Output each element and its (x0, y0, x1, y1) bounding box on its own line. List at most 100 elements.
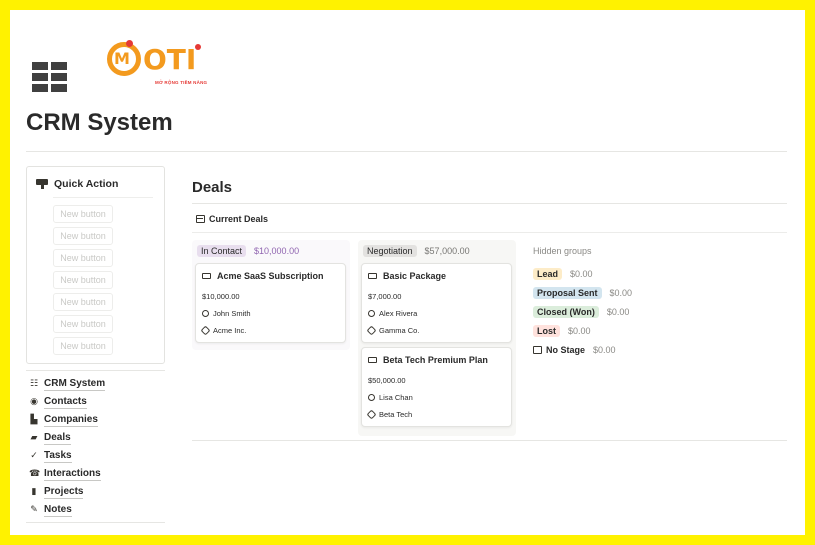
megaphone-icon (36, 179, 48, 189)
company-icon (200, 325, 211, 336)
inbox-icon (533, 345, 542, 354)
notes-icon: ✎ (30, 505, 38, 515)
quick-action-panel: Quick Action New button New button New b… (26, 166, 165, 364)
deals-icon: ▰ (30, 433, 38, 443)
deals-divider (192, 203, 787, 204)
hidden-group-proposal-sent[interactable]: Proposal Sent $0.00 (533, 283, 632, 302)
hidden-group-lead[interactable]: Lead $0.00 (533, 264, 632, 283)
deal-card-title: Acme SaaS Subscription (202, 271, 324, 281)
nav-item-contacts[interactable]: ◉ Contacts (29, 393, 105, 411)
deals-heading: Deals (192, 179, 233, 196)
app-frame: M OTI MỞ RỘNG TIỀM NĂNG CRM System Quick… (10, 10, 805, 535)
new-button[interactable]: New button (53, 293, 113, 311)
moti-logo: M OTI MỞ RỘNG TIỀM NĂNG (107, 40, 217, 90)
new-button[interactable]: New button (53, 315, 113, 333)
group-amount: $0.00 (570, 268, 593, 279)
logo-dot (126, 40, 133, 47)
new-button[interactable]: New button (53, 227, 113, 245)
deal-title: Beta Tech Premium Plan (383, 355, 488, 365)
nav-item-deals[interactable]: ▰ Deals (29, 429, 105, 447)
nav-item-label: Tasks (44, 449, 72, 463)
nav-item-crm-system[interactable]: ☷ CRM System (29, 375, 106, 393)
check-icon: ✓ (30, 451, 38, 461)
view-tab-current-deals[interactable]: Current Deals (196, 214, 268, 224)
board-view-icon (196, 215, 205, 223)
deal-contact: Alex Rivera (368, 309, 417, 318)
nav-item-label: Deals (44, 431, 71, 445)
logo-tagline: MỞ RỘNG TIỀM NĂNG (155, 80, 208, 85)
hidden-group-closed-won[interactable]: Closed (Won) $0.00 (533, 302, 632, 321)
nav-item-label: Contacts (44, 395, 87, 409)
person-icon (368, 310, 375, 317)
person-icon (368, 394, 375, 401)
stage-tag: In Contact (197, 245, 247, 257)
group-label: No Stage (546, 344, 586, 355)
database-grid-icon (32, 62, 67, 92)
column-header[interactable]: In Contact $10,000.00 (197, 245, 299, 257)
stage-tag: Negotiation (363, 245, 417, 257)
nav-divider-bottom (26, 522, 165, 523)
title-divider (26, 151, 787, 152)
quick-action-label: Quick Action (54, 178, 119, 190)
view-tab-label: Current Deals (209, 214, 269, 224)
deal-company: Beta Tech (366, 409, 413, 420)
deal-icon (202, 273, 211, 279)
nav-item-notes[interactable]: ✎ Notes (29, 501, 105, 519)
deal-contact: John Smith (202, 309, 251, 318)
nav-item-label: CRM System (44, 377, 106, 391)
nav-item-interactions[interactable]: ☎ Interactions (29, 465, 105, 483)
view-divider (192, 232, 787, 233)
logo-letter-m: M (114, 49, 130, 68)
new-button[interactable]: New button (53, 337, 113, 355)
group-tag: Proposal Sent (533, 286, 602, 299)
deal-card[interactable]: Basic Package $7,000.00 Alex Rivera Gamm… (361, 263, 512, 343)
group-tag: Lead (533, 267, 563, 280)
nav-item-tasks[interactable]: ✓ Tasks (29, 447, 105, 465)
deal-company-name: Gamma Co. (379, 326, 420, 335)
hidden-groups-title: Hidden groups (533, 246, 592, 256)
deal-contact-name: John Smith (213, 309, 251, 318)
deal-card-title: Beta Tech Premium Plan (368, 355, 488, 365)
column-header[interactable]: Negotiation $57,000.00 (363, 245, 470, 257)
deal-company: Acme Inc. (200, 325, 247, 336)
buildings-icon: ▙ (30, 415, 38, 425)
group-amount: $0.00 (609, 287, 633, 298)
deal-icon (368, 357, 377, 363)
nav-item-label: Notes (44, 503, 72, 517)
column-sum: $10,000.00 (254, 246, 300, 256)
group-amount: $0.00 (568, 325, 591, 336)
new-button[interactable]: New button (53, 205, 113, 223)
deal-card[interactable]: Acme SaaS Subscription $10,000.00 John S… (195, 263, 346, 343)
sidebar-nav: ☷ CRM System ◉ Contacts ▙ Companies ▰ De… (29, 375, 106, 519)
deal-contact: Lisa Chan (368, 393, 413, 402)
nav-item-projects[interactable]: ▮ Projects (29, 483, 105, 501)
phone-icon: ☎ (29, 469, 41, 479)
deal-card[interactable]: Beta Tech Premium Plan $50,000.00 Lisa C… (361, 347, 512, 427)
board-column-in-contact: In Contact $10,000.00 Acme SaaS Subscrip… (192, 240, 350, 350)
no-stage-label-wrap: No Stage (533, 345, 585, 355)
group-tag: Lost (533, 324, 560, 337)
nav-item-companies[interactable]: ▙ Companies (29, 411, 105, 429)
page-title: CRM System (26, 109, 173, 136)
new-button[interactable]: New button (53, 249, 113, 267)
logo-name: OTI (143, 43, 197, 76)
list-icon: ☷ (29, 379, 39, 389)
document-icon: ▮ (31, 487, 37, 497)
deal-contact-name: Alex Rivera (379, 309, 418, 318)
deal-title: Acme SaaS Subscription (217, 271, 324, 281)
nav-item-label: Projects (44, 485, 84, 499)
new-button[interactable]: New button (53, 271, 113, 289)
nav-item-label: Companies (44, 413, 98, 427)
deal-value: $10,000.00 (202, 292, 240, 301)
user-circle-icon: ◉ (30, 397, 38, 407)
deal-value: $50,000.00 (368, 376, 406, 385)
nav-divider-top (26, 370, 165, 371)
company-icon (366, 409, 377, 420)
deal-company-name: Acme Inc. (213, 326, 247, 335)
deal-contact-name: Lisa Chan (379, 393, 413, 402)
deal-company: Gamma Co. (366, 325, 420, 336)
hidden-group-lost[interactable]: Lost $0.00 (533, 321, 632, 340)
hidden-group-no-stage[interactable]: No Stage $0.00 (533, 340, 632, 359)
deal-company-name: Beta Tech (379, 410, 413, 419)
deal-icon (368, 273, 377, 279)
